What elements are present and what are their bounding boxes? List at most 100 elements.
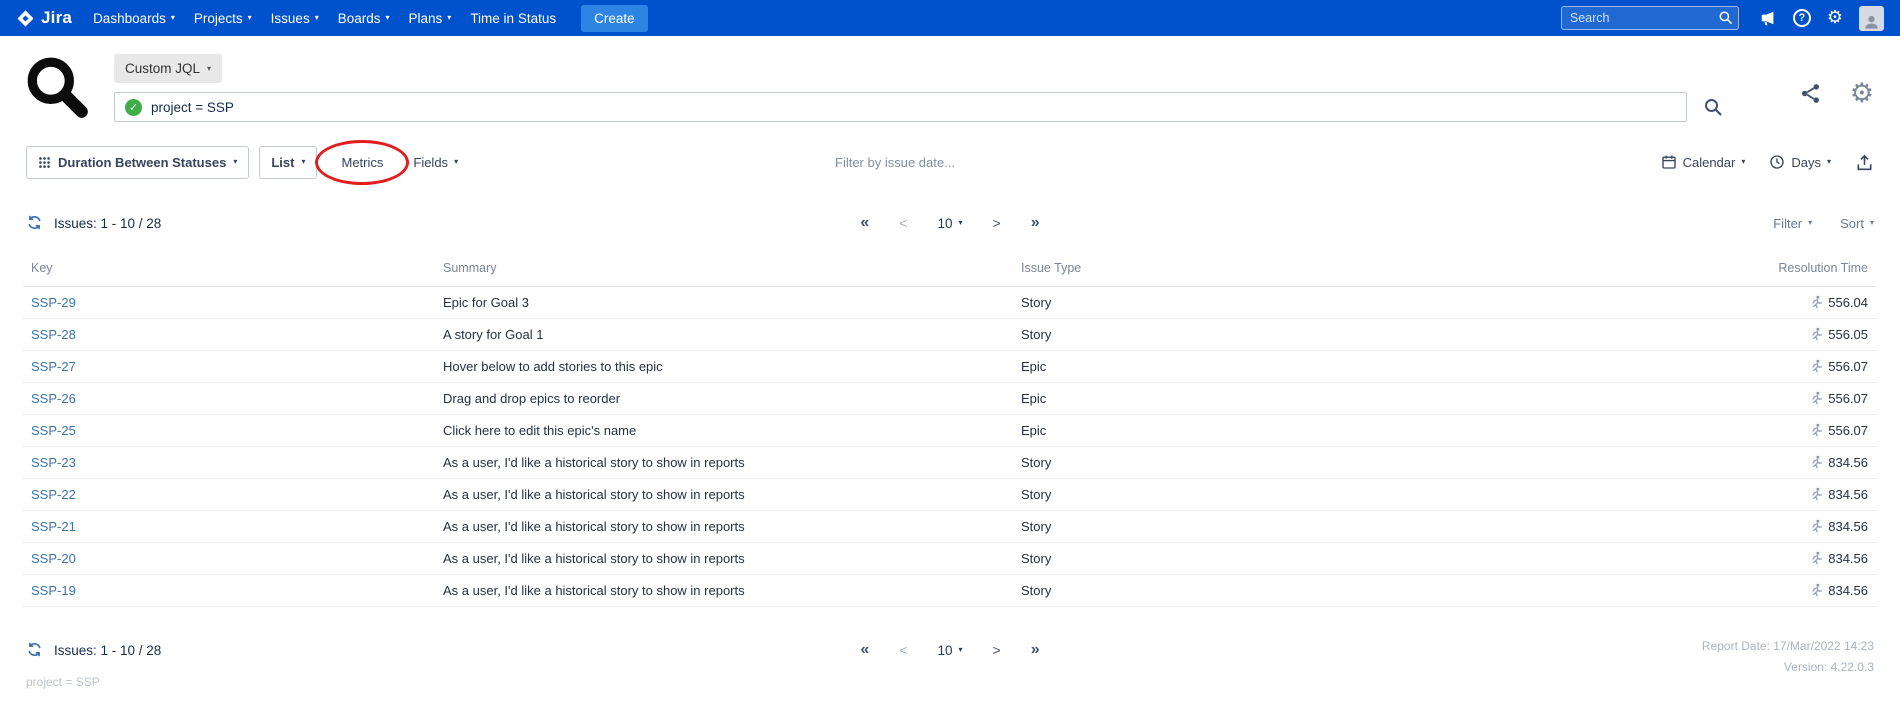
user-avatar[interactable] xyxy=(1859,6,1884,31)
table-row: SSP-28 A story for Goal 1 Story 556.05 xyxy=(23,319,1876,351)
share-icon xyxy=(1799,82,1822,105)
refresh-button[interactable] xyxy=(26,214,43,232)
resolution-time-cell: 556.05 xyxy=(1578,319,1876,351)
jql-query-text: project = SSP xyxy=(151,100,234,115)
issue-key-cell: SSP-29 xyxy=(23,287,435,319)
issue-summary-cell: A story for Goal 1 xyxy=(435,319,1013,351)
page-size-dropdown[interactable]: 10 ▾ xyxy=(937,643,962,658)
issue-key-link[interactable]: SSP-29 xyxy=(31,295,76,310)
table-row: SSP-27 Hover below to add stories to thi… xyxy=(23,351,1876,383)
issue-key-cell: SSP-21 xyxy=(23,511,435,543)
issues-count-label: Issues: 1 - 10 / 28 xyxy=(54,643,161,658)
issue-key-link[interactable]: SSP-23 xyxy=(31,455,76,470)
issue-summary-cell: Click here to edit this epic's name xyxy=(435,415,1013,447)
nav-item-plans[interactable]: Plans▾ xyxy=(409,11,452,26)
pagination: « < 10 ▾ > » xyxy=(860,214,1039,232)
nav-item-boards[interactable]: Boards▾ xyxy=(338,11,390,26)
column-header-issue-type: Issue Type xyxy=(1013,252,1578,287)
previous-page-button[interactable]: < xyxy=(899,215,907,231)
last-page-button[interactable]: » xyxy=(1031,641,1040,659)
chevron-down-icon: ▾ xyxy=(447,14,451,22)
report-settings-button[interactable]: ⚙ xyxy=(1850,80,1874,107)
export-button[interactable] xyxy=(1855,153,1874,172)
gear-icon: ⚙ xyxy=(1827,7,1843,27)
issue-summary-cell: As a user, I'd like a historical story t… xyxy=(435,479,1013,511)
table-row: SSP-23 As a user, I'd like a historical … xyxy=(23,447,1876,479)
issue-type-cell: Epic xyxy=(1013,351,1578,383)
issue-type-cell: Story xyxy=(1013,319,1578,351)
refresh-icon xyxy=(26,641,43,658)
admin-settings-button[interactable]: ⚙ xyxy=(1827,8,1843,28)
next-page-button[interactable]: > xyxy=(993,642,1001,658)
previous-page-button[interactable]: < xyxy=(899,642,907,658)
nav-item-time-in-status[interactable]: Time in Status xyxy=(470,11,556,26)
issue-summary-cell: Hover below to add stories to this epic xyxy=(435,351,1013,383)
grid-icon xyxy=(38,156,51,169)
calendar-icon xyxy=(1661,154,1677,170)
issue-key-link[interactable]: SSP-21 xyxy=(31,519,76,534)
chevron-down-icon: ▾ xyxy=(1741,158,1745,166)
issue-type-cell: Story xyxy=(1013,479,1578,511)
nav-item-dashboards[interactable]: Dashboards▾ xyxy=(93,11,175,26)
view-mode-dropdown[interactable]: List ▾ xyxy=(259,146,317,179)
duration-runner-icon xyxy=(1809,295,1823,309)
global-search-input[interactable] xyxy=(1561,6,1739,30)
refresh-button[interactable] xyxy=(26,641,43,659)
jql-echo-label: project = SSP xyxy=(26,675,1900,689)
list-controls-top: Issues: 1 - 10 / 28 « < 10 ▾ > » Filter … xyxy=(0,208,1900,238)
issue-key-link[interactable]: SSP-27 xyxy=(31,359,76,374)
issue-key-link[interactable]: SSP-26 xyxy=(31,391,76,406)
calendar-dropdown[interactable]: Calendar ▾ xyxy=(1661,148,1746,176)
chevron-down-icon: ▾ xyxy=(454,158,458,166)
share-button[interactable] xyxy=(1799,82,1822,105)
create-button[interactable]: Create xyxy=(581,5,648,32)
filter-dropdown[interactable]: Filter ▾ xyxy=(1773,216,1812,231)
brand-text: Jira xyxy=(41,8,72,28)
chevron-down-icon: ▾ xyxy=(301,158,305,166)
issue-key-link[interactable]: SSP-19 xyxy=(31,583,76,598)
chevron-down-icon: ▾ xyxy=(1808,219,1812,227)
fields-dropdown[interactable]: Fields ▾ xyxy=(409,149,462,176)
metrics-button[interactable]: Metrics xyxy=(337,149,387,176)
nav-item-issues[interactable]: Issues▾ xyxy=(271,11,319,26)
jql-input[interactable]: ✓ project = SSP xyxy=(114,92,1687,122)
issue-key-link[interactable]: SSP-28 xyxy=(31,327,76,342)
issues-count-label: Issues: 1 - 10 / 28 xyxy=(54,216,161,231)
table-row: SSP-25 Click here to edit this epic's na… xyxy=(23,415,1876,447)
resolution-time-cell: 556.07 xyxy=(1578,383,1876,415)
help-icon: ? xyxy=(1793,9,1811,27)
issue-key-link[interactable]: SSP-22 xyxy=(31,487,76,502)
report-toolbar: Duration Between Statuses ▾ List ▾ Metri… xyxy=(0,142,1900,182)
resolution-time-cell: 834.56 xyxy=(1578,447,1876,479)
issue-summary-cell: As a user, I'd like a historical story t… xyxy=(435,543,1013,575)
user-icon xyxy=(1862,12,1881,31)
page-size-dropdown[interactable]: 10 ▾ xyxy=(937,216,962,231)
next-page-button[interactable]: > xyxy=(993,215,1001,231)
issue-summary-cell: As a user, I'd like a historical story t… xyxy=(435,575,1013,607)
duration-runner-icon xyxy=(1809,359,1823,373)
issue-type-cell: Story xyxy=(1013,447,1578,479)
first-page-button[interactable]: « xyxy=(860,641,869,659)
report-type-dropdown[interactable]: Duration Between Statuses ▾ xyxy=(26,146,249,179)
chevron-down-icon: ▾ xyxy=(233,158,237,166)
issue-type-cell: Story xyxy=(1013,543,1578,575)
last-page-button[interactable]: » xyxy=(1031,214,1040,232)
issue-key-link[interactable]: SSP-25 xyxy=(31,423,76,438)
column-header-summary: Summary xyxy=(435,252,1013,287)
report-info: Report Date: 17/Mar/2022 14:23 Version: … xyxy=(1702,636,1874,678)
time-unit-dropdown[interactable]: Days ▾ xyxy=(1769,148,1831,176)
first-page-button[interactable]: « xyxy=(860,214,869,232)
table-row: SSP-19 As a user, I'd like a historical … xyxy=(23,575,1876,607)
feedback-megaphone-button[interactable] xyxy=(1759,9,1777,27)
jira-logo[interactable]: Jira xyxy=(16,8,72,28)
issue-date-filter-input[interactable] xyxy=(835,155,1065,170)
jql-mode-dropdown[interactable]: Custom JQL ▾ xyxy=(114,54,222,83)
refresh-icon xyxy=(26,214,43,231)
table-row: SSP-20 As a user, I'd like a historical … xyxy=(23,543,1876,575)
help-button[interactable]: ? xyxy=(1793,9,1811,27)
column-header-key: Key xyxy=(23,252,435,287)
run-query-button[interactable] xyxy=(1703,97,1723,117)
sort-dropdown[interactable]: Sort ▾ xyxy=(1840,216,1874,231)
issue-key-link[interactable]: SSP-20 xyxy=(31,551,76,566)
nav-item-projects[interactable]: Projects▾ xyxy=(194,11,252,26)
